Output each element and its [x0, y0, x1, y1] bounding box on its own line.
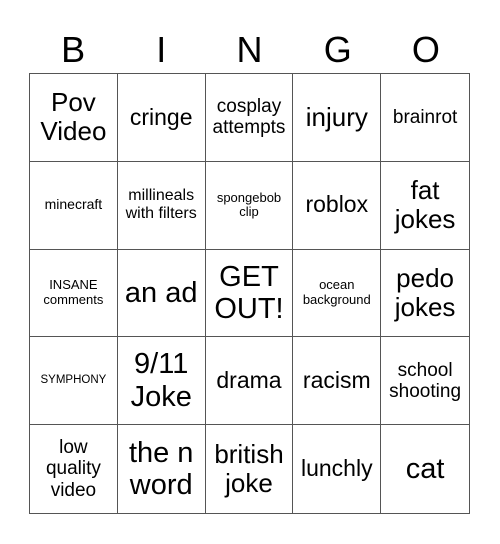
bingo-cell[interactable]: ocean background: [293, 249, 382, 338]
bingo-cell-text: roblox: [305, 191, 369, 218]
bingo-cell-text: SYMPHONY: [40, 374, 107, 387]
bingo-grid: Pov Video cringe cosplay attempts injury bra…: [29, 73, 470, 514]
bingo-cell[interactable]: 9/11 Joke: [117, 337, 206, 426]
bingo-cell-text: minecraft: [44, 196, 103, 213]
bingo-cell-text: british joke: [214, 438, 284, 499]
bingo-cell[interactable]: injury: [293, 74, 382, 162]
header-letter-g: G: [323, 29, 352, 70]
bingo-cell[interactable]: minecraft: [30, 161, 118, 250]
bingo-cell[interactable]: Pov Video: [30, 74, 118, 162]
bingo-cell-text: injury: [305, 101, 368, 132]
bingo-cell-text: 9/11 Joke: [130, 348, 192, 413]
bingo-cell[interactable]: brainrot: [381, 74, 469, 162]
bingo-cell[interactable]: an ad: [117, 249, 206, 338]
bingo-cell-text: spongebob clip: [216, 189, 282, 220]
bingo-cell[interactable]: british joke: [206, 425, 294, 513]
bingo-cell-text: cosplay attempts: [212, 96, 286, 139]
header-letter-b: B: [61, 29, 86, 70]
bingo-cell[interactable]: SYMPHONY: [30, 337, 118, 426]
bingo-cell[interactable]: cat: [381, 425, 469, 513]
bingo-cell[interactable]: spongebob clip: [205, 161, 294, 250]
bingo-cell[interactable]: lunchly: [293, 425, 382, 513]
header-letter-o: O: [411, 29, 440, 70]
bingo-cell[interactable]: fat jokes: [381, 162, 469, 250]
bingo-cell[interactable]: roblox: [293, 161, 382, 250]
bingo-cell-text: drama: [216, 366, 282, 393]
bingo-cell[interactable]: low quality video: [30, 425, 118, 513]
bingo-cell-text: cat: [405, 452, 445, 485]
bingo-cell-text: Pov Video: [40, 87, 107, 147]
header-letter-i: I: [156, 29, 167, 70]
bingo-cell[interactable]: cosplay attempts: [205, 74, 294, 162]
bingo-cell[interactable]: pedo jokes: [381, 250, 469, 338]
bingo-cell[interactable]: INSANE comments: [30, 249, 118, 338]
bingo-cell-text: GET OUT!: [214, 260, 284, 325]
bingo-cell-text: lunchly: [300, 455, 373, 482]
bingo-cell-text: millineals with filters: [125, 187, 197, 223]
bingo-cell[interactable]: drama: [205, 337, 294, 426]
bingo-cell-text: ocean background: [302, 277, 371, 307]
bingo-cell[interactable]: millineals with filters: [117, 161, 206, 250]
bingo-cell-text: the n word: [128, 436, 194, 502]
bingo-cell-text: INSANE comments: [43, 277, 104, 307]
bingo-cell-text: pedo jokes: [394, 262, 456, 322]
bingo-header: B I N G O: [29, 28, 470, 72]
bingo-cell-text: school shooting: [389, 359, 462, 402]
bingo-cell-text: fat jokes: [394, 175, 456, 235]
bingo-cell-text: racism: [302, 366, 371, 393]
bingo-cell-text: low quality video: [45, 437, 101, 501]
bingo-cell[interactable]: cringe: [117, 74, 206, 162]
bingo-cell[interactable]: school shooting: [381, 337, 469, 426]
bingo-cell-text: cringe: [129, 103, 193, 130]
bingo-cell[interactable]: the n word: [118, 425, 206, 513]
bingo-cell[interactable]: racism: [293, 337, 382, 426]
bingo-cell-text: an ad: [124, 276, 198, 309]
bingo-cell[interactable]: GET OUT!: [205, 249, 294, 338]
header-letter-n: N: [236, 29, 263, 70]
bingo-cell-text: brainrot: [392, 106, 458, 128]
